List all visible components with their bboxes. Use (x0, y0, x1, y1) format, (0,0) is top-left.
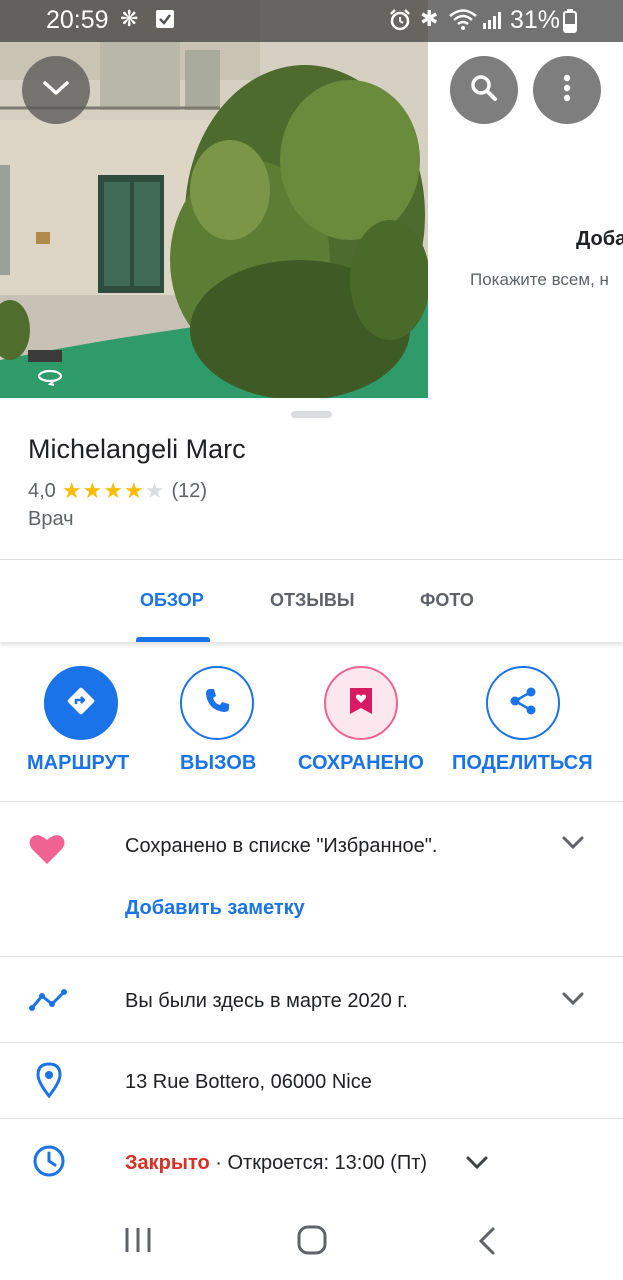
hours-status: Закрыто (125, 1152, 210, 1174)
chevron-down-icon[interactable] (560, 834, 586, 857)
place-category: Врач (28, 508, 74, 530)
tab-bar: ОБЗОР ОТЗЫВЫ ФОТО (0, 560, 623, 642)
search-icon (469, 73, 499, 108)
call-label: ВЫЗОВ (180, 752, 257, 774)
battery-icon (563, 9, 577, 39)
back-icon[interactable] (476, 1226, 498, 1261)
chevron-down-icon[interactable] (560, 990, 586, 1013)
tab-reviews[interactable]: ОТЗЫВЫ (270, 590, 355, 611)
system-navigation-bar (0, 1200, 623, 1280)
call-circle[interactable] (180, 666, 254, 740)
add-note-link[interactable]: Добавить заметку (125, 897, 305, 920)
hours-row[interactable]: Закрыто · Откроется: 13:00 (Пт) (125, 1152, 427, 1175)
saved-circle[interactable] (324, 666, 398, 740)
divider (0, 1118, 623, 1119)
directions-label: МАРШРУТ (27, 752, 130, 774)
divider (0, 956, 623, 957)
heart-icon (28, 832, 66, 871)
signal-icon (482, 10, 504, 36)
rating-stars: ★★★★★ (62, 478, 166, 504)
tab-photos[interactable]: ФОТО (420, 590, 474, 611)
saved-bookmark-icon (347, 686, 375, 721)
star-empty-icon: ★ (144, 478, 166, 503)
location-pin-icon (36, 1062, 62, 1103)
hours-opens: Откроется: 13:00 (Пт) (227, 1152, 428, 1174)
chevron-down-icon[interactable] (464, 1154, 490, 1177)
place-title: Michelangeli Marc (28, 434, 246, 464)
share-label: ПОДЕЛИТЬСЯ (452, 752, 593, 774)
rating-row[interactable]: 4,0 ★★★★★ (12) (28, 478, 207, 504)
street-view-360-icon (36, 366, 64, 391)
alarm-icon (388, 8, 412, 38)
share-circle[interactable] (486, 666, 560, 740)
more-vert-icon (563, 73, 571, 108)
divider (0, 1042, 623, 1043)
address-text[interactable]: 13 Rue Bottero, 06000 Nice (125, 1071, 372, 1094)
chevron-down-icon (41, 78, 71, 103)
checkbox-notification-icon (155, 9, 175, 35)
clock-icon (32, 1144, 66, 1183)
add-photo-subtitle: Покажите всем, н (470, 270, 609, 289)
timeline-icon (28, 988, 68, 1017)
saved-label: СОХРАНЕНО (298, 752, 424, 774)
hours-separator: · (209, 1152, 228, 1174)
reviews-count: (12) (171, 479, 208, 502)
battery-level: 31% (510, 6, 561, 34)
bluetooth-icon: ✱ (420, 6, 439, 31)
active-tab-indicator (136, 637, 210, 642)
home-icon[interactable] (296, 1224, 328, 1261)
star-icon: ★ (124, 478, 145, 503)
fan-icon: ❋ (120, 6, 139, 31)
star-icon: ★ (82, 478, 104, 503)
tab-overview[interactable]: ОБЗОР (140, 590, 204, 611)
more-options-button[interactable] (533, 56, 601, 124)
directions-circle[interactable] (44, 666, 118, 740)
saved-list-text: Сохранено в списке "Избранное". (125, 835, 438, 857)
place-details-sheet: Michelangeli Marc 4,0 ★★★★★ (12) Врач ОБ… (0, 398, 623, 1280)
star-icon: ★ (103, 478, 125, 503)
collapse-button[interactable] (22, 56, 90, 124)
status-time: 20:59 (46, 6, 109, 34)
rating-value: 4,0 (28, 479, 56, 502)
divider (0, 801, 623, 802)
add-photo-title: Доба (576, 228, 623, 250)
search-button[interactable] (450, 56, 518, 124)
phone-icon (202, 686, 232, 721)
drag-handle[interactable] (291, 411, 332, 418)
status-bar: 20:59 ❋ ✱ 31% (0, 0, 623, 42)
recent-apps-icon[interactable] (124, 1226, 152, 1259)
star-icon: ★ (61, 478, 83, 503)
visited-text: Вы были здесь в марте 2020 г. (125, 990, 408, 1012)
wifi-icon (448, 8, 478, 38)
share-icon (507, 685, 539, 722)
directions-icon (64, 684, 98, 723)
